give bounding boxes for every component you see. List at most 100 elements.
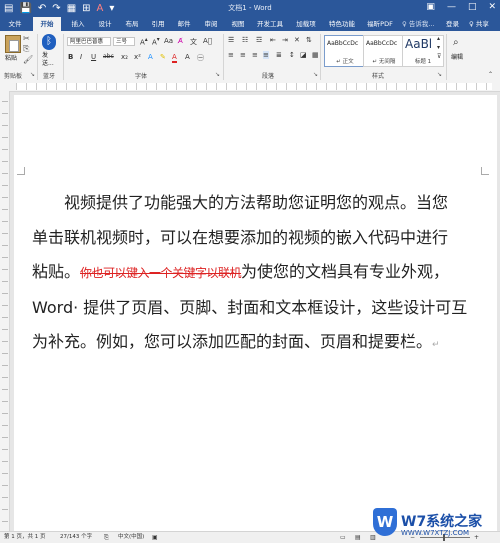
font-size-select[interactable]: 三号 xyxy=(113,37,135,46)
style-normal[interactable]: AaBbCcDc ↵ 正文 xyxy=(324,35,366,67)
paste-button-label[interactable]: 粘贴 xyxy=(5,53,17,62)
text-effects-icon[interactable]: A xyxy=(148,53,153,61)
distributed-icon[interactable]: ≣ xyxy=(276,51,282,59)
close-icon[interactable]: ✕ xyxy=(488,2,496,12)
find-icon[interactable]: ⌕ xyxy=(453,37,459,48)
char-border-icon[interactable]: A⃞ xyxy=(203,37,212,45)
tab-mailings[interactable]: 邮件 xyxy=(172,17,196,31)
horizontal-ruler[interactable] xyxy=(0,82,500,92)
bold-button[interactable]: B xyxy=(68,53,73,61)
tab-view[interactable]: 视图 xyxy=(226,17,250,31)
bluetooth-send-label[interactable]: 发送... xyxy=(42,52,58,68)
tab-foxit-pdf[interactable]: 福昕PDF xyxy=(364,17,396,31)
text-run: 粘贴。 xyxy=(32,262,81,281)
chinese-layout-icon[interactable]: ✕ xyxy=(294,36,300,44)
tab-insert[interactable]: 插入 xyxy=(66,17,90,31)
subscript-button[interactable]: x₂ xyxy=(121,53,128,61)
italic-button[interactable]: I xyxy=(80,53,82,61)
line-spacing-icon[interactable]: ↕ xyxy=(289,51,295,59)
ribbon-display-icon[interactable]: ▣ xyxy=(426,2,435,12)
group-divider xyxy=(63,34,64,80)
minimize-icon[interactable]: — xyxy=(447,2,456,12)
sort-icon[interactable]: ⇅ xyxy=(306,36,312,44)
language[interactable]: 中文(中国) xyxy=(118,533,144,542)
align-left-icon[interactable]: ≡ xyxy=(228,51,234,59)
bullets-icon[interactable]: ☰ xyxy=(228,36,234,44)
shading-icon[interactable]: ◪ xyxy=(300,51,307,59)
tab-home[interactable]: 开始 xyxy=(33,17,61,31)
tell-me-box[interactable]: ♀ 告诉我... xyxy=(402,17,435,31)
clear-format-icon[interactable]: A̸ xyxy=(178,37,183,45)
paste-icon[interactable] xyxy=(5,35,21,53)
tab-file[interactable]: 文件 xyxy=(4,17,26,31)
font-color-icon[interactable]: A xyxy=(172,53,177,63)
print-layout-icon[interactable]: ▤ xyxy=(355,533,361,542)
borders-icon[interactable]: ▦ xyxy=(312,51,319,59)
cut-icon[interactable]: ✂ xyxy=(23,34,30,43)
text-run: 视频提供了功能强大的方法帮助您证明您的观点。当您 xyxy=(64,193,449,212)
ribbon: 粘贴 ✂ ⎘ 🖌 剪贴板 ↘ ᛒ 发送... 蓝牙 阿里巴巴普惠 三号 A▴ A… xyxy=(0,31,500,83)
share-button[interactable]: ♀ 共享 xyxy=(469,17,489,31)
tab-design[interactable]: 设计 xyxy=(93,17,117,31)
style-no-spacing[interactable]: AaBbCcDc ↵ 无间隔 xyxy=(363,35,405,67)
font-launcher-icon[interactable]: ↘ xyxy=(215,71,220,78)
bluetooth-group-label: 蓝牙 xyxy=(43,73,56,80)
align-right-icon[interactable]: ≡ xyxy=(252,51,258,59)
char-shading-icon[interactable]: A xyxy=(185,53,190,61)
window-controls: ▣ — □ ✕ xyxy=(426,2,496,12)
ribbon-tabs: 文件 开始 插入 设计 布局 引用 邮件 审阅 视图 开发工具 加载项 特色功能… xyxy=(0,17,500,31)
document-title: 文档1 - Word xyxy=(228,4,272,12)
change-case-icon[interactable]: Aa xyxy=(164,37,173,45)
tab-features[interactable]: 特色功能 xyxy=(326,17,358,31)
editing-group-label[interactable]: 编辑 xyxy=(451,52,463,61)
text-run: 为补充。例如，您可以添加匹配的封面、页眉和提要栏。 xyxy=(32,332,433,351)
tab-references[interactable]: 引用 xyxy=(146,17,170,31)
vertical-ruler[interactable] xyxy=(0,91,10,531)
watermark-text: W7系统之家 xyxy=(401,514,483,530)
text-line: 粘贴。你也可以键入一个关键字以联机为使您的文档具有专业外观， xyxy=(32,255,482,291)
strikethrough-button[interactable]: abc xyxy=(103,53,114,60)
grow-font-icon[interactable]: A▴ xyxy=(140,37,148,46)
tab-layout[interactable]: 布局 xyxy=(120,17,144,31)
collapse-ribbon-icon[interactable]: ⌃ xyxy=(488,71,493,78)
copy-icon[interactable]: ⎘ xyxy=(23,44,29,54)
decrease-indent-icon[interactable]: ⇤ xyxy=(270,36,276,44)
bluetooth-icon[interactable]: ᛒ xyxy=(42,34,56,50)
shrink-font-icon[interactable]: A▾ xyxy=(152,37,160,46)
clipboard-launcher-icon[interactable]: ↘ xyxy=(30,71,35,78)
site-watermark: W W7系统之家 WWW.W7XTZJ.COM xyxy=(368,506,498,540)
tab-addins[interactable]: 加载项 xyxy=(292,17,320,31)
page-count[interactable]: 第 1 页，共 1 页 xyxy=(4,533,46,542)
read-mode-icon[interactable]: ▭ xyxy=(340,533,346,542)
styles-scroll-up-icon[interactable]: ▴ xyxy=(437,35,440,42)
underline-button[interactable]: U xyxy=(91,53,96,61)
increase-indent-icon[interactable]: ⇥ xyxy=(282,36,288,44)
text-line: 单击联机视频时，可以在想要添加的视频的嵌入代码中进行 xyxy=(32,227,449,247)
phonetic-guide-icon[interactable]: 文 xyxy=(190,37,197,47)
title-bar: ▤ 💾 ↶ ↷ ▦ ⊞ A ▾ 文档1 - Word ▣ — □ ✕ xyxy=(0,0,500,17)
superscript-button[interactable]: x² xyxy=(134,53,141,61)
highlight-icon[interactable]: ✎ xyxy=(160,53,166,61)
styles-launcher-icon[interactable]: ↘ xyxy=(437,71,442,78)
document-paragraph[interactable]: 视频提供了功能强大的方法帮助您证明您的观点。当您 单击联机视频时，可以在想要添加… xyxy=(32,186,482,363)
justify-icon[interactable]: ≡ xyxy=(263,51,269,59)
align-center-icon[interactable]: ≡ xyxy=(240,51,246,59)
format-painter-icon[interactable]: 🖌 xyxy=(23,55,33,64)
font-name-select[interactable]: 阿里巴巴普惠 xyxy=(67,37,111,46)
paragraph-mark: ↵ xyxy=(432,340,440,350)
login-link[interactable]: 登录 xyxy=(446,17,459,31)
proofing-icon[interactable]: ⎘ xyxy=(104,533,109,542)
numbering-icon[interactable]: ☷ xyxy=(242,36,248,44)
enclose-char-icon[interactable]: ㊀ xyxy=(197,53,204,63)
word-count[interactable]: 27/143 个字 xyxy=(60,533,92,542)
styles-more-icon[interactable]: ⊽ xyxy=(437,53,441,60)
styles-scroll-down-icon[interactable]: ▾ xyxy=(437,44,440,51)
tab-review[interactable]: 审阅 xyxy=(199,17,223,31)
maximize-icon[interactable]: □ xyxy=(468,2,477,12)
paragraph-launcher-icon[interactable]: ↘ xyxy=(313,71,318,78)
macro-icon[interactable]: ▣ xyxy=(152,533,158,542)
tab-developer[interactable]: 开发工具 xyxy=(254,17,286,31)
document-page[interactable]: 视频提供了功能强大的方法帮助您证明您的观点。当您 单击联机视频时，可以在想要添加… xyxy=(14,95,497,531)
multilevel-icon[interactable]: ☲ xyxy=(256,36,262,44)
style-sample: AaBbCcDc xyxy=(366,40,398,47)
